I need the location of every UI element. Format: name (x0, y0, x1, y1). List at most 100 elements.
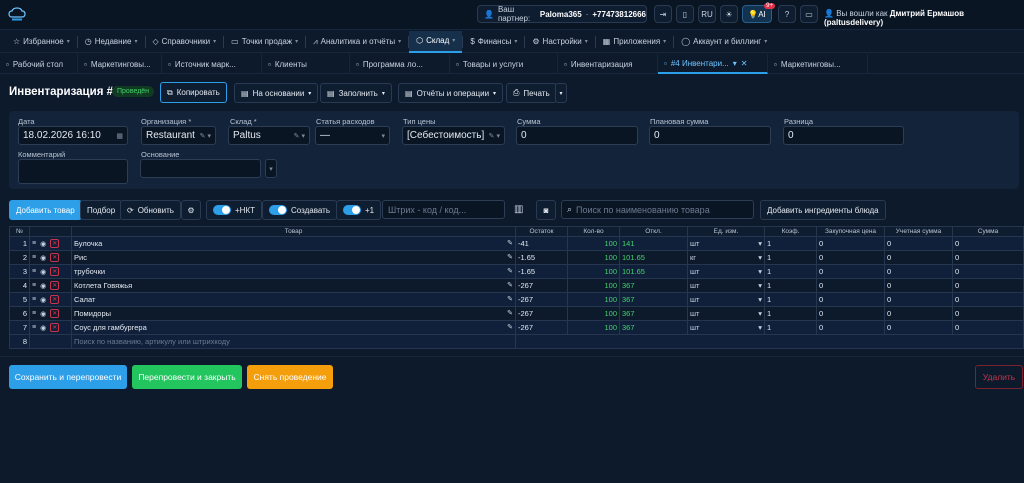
nav-item-6[interactable]: $ Финансы ▾ (463, 31, 524, 53)
product-cell[interactable]: Котлета Говяжья ✎ (71, 278, 516, 293)
settings-button[interactable]: ⚙ (181, 200, 201, 220)
product-cell[interactable]: трубочки ✎ (71, 264, 516, 279)
current-user[interactable]: 👤 Вы вошли как Дмитрий Ермашов (paltusde… (824, 9, 1024, 27)
delete-row-icon[interactable]: ✕ (50, 239, 60, 248)
print-button[interactable]: ⎙ Печать (506, 83, 557, 103)
repost-close-button[interactable]: Перепровести и закрыть (132, 365, 242, 389)
col-header[interactable]: Остаток (515, 226, 568, 237)
edit-icon[interactable]: ✎ (507, 281, 513, 290)
info-icon[interactable]: ◉ (40, 310, 46, 318)
new-row-search-input[interactable]: Поиск по названию, артикулу или штрихкод… (71, 334, 516, 349)
tab-3[interactable]: ▫ Клиенты (262, 54, 350, 74)
unit-select[interactable]: кг ▾ (687, 250, 765, 265)
tab-6[interactable]: ▫ Инвентаризация (558, 54, 658, 74)
price-type-select[interactable]: [Себестоимость] ✎ ▾ (402, 126, 505, 145)
qty-cell[interactable]: 100 (567, 292, 620, 307)
product-cell[interactable]: Салат ✎ (71, 292, 516, 307)
qty-cell[interactable]: 100 (567, 264, 620, 279)
coef-cell[interactable]: 1 (764, 250, 817, 265)
unit-select[interactable]: шт ▾ (687, 320, 765, 335)
basis-field[interactable] (140, 159, 261, 178)
camera-button[interactable]: ◙ (536, 200, 556, 220)
menu-icon[interactable]: ≡ (32, 268, 36, 275)
new-row[interactable]: 8 Поиск по названию, артикулу или штрихко… (9, 334, 1024, 349)
menu-icon[interactable]: ≡ (32, 324, 36, 331)
comment-field[interactable] (18, 159, 128, 184)
panel-icon[interactable]: ▯ (676, 5, 694, 23)
info-icon[interactable]: ◉ (40, 268, 46, 276)
edit-icon[interactable]: ✎ (507, 309, 513, 318)
table-row[interactable]: 3 ≡ ◉ ✕ трубочки ✎ -1.65 100 101.65 шт ▾ 1 0… (9, 264, 1024, 279)
qty-cell[interactable]: 100 (567, 278, 620, 293)
table-row[interactable]: 7 ≡ ◉ ✕ Соус для гамбургера ✎ -267 100 367 … (9, 320, 1024, 335)
help-icon[interactable]: ? (778, 5, 796, 23)
purchase-price-cell[interactable]: 0 (816, 292, 885, 307)
nav-item-1[interactable]: ◷ Недавние ▾ (78, 31, 145, 53)
ai-button[interactable]: 💡 AI 9+ (742, 3, 775, 23)
close-icon[interactable]: ✕ (741, 59, 748, 68)
col-header[interactable]: Ед. изм. (687, 226, 765, 237)
nav-item-8[interactable]: ▦ Приложения ▾ (596, 31, 673, 53)
basis-dropdown-button[interactable]: ▾ (265, 159, 277, 178)
sum-field[interactable]: 0 (516, 126, 638, 145)
purchase-price-cell[interactable]: 0 (816, 278, 885, 293)
edit-icon[interactable]: ✎ (507, 239, 513, 248)
product-cell[interactable]: Булочка ✎ (71, 236, 516, 251)
col-header[interactable]: Сумма (952, 226, 1024, 237)
tab-5[interactable]: ▫ Товары и услуги (450, 54, 558, 74)
product-cell[interactable]: Соус для гамбургера ✎ (71, 320, 516, 335)
delete-row-icon[interactable]: ✕ (50, 309, 60, 318)
coef-cell[interactable]: 1 (764, 264, 817, 279)
info-icon[interactable]: ◉ (40, 240, 46, 248)
product-cell[interactable]: Помидоры ✎ (71, 306, 516, 321)
create-toggle[interactable]: Создавать (262, 200, 338, 220)
unit-select[interactable]: шт ▾ (687, 236, 765, 251)
reports-button[interactable]: ▤ Отчёты и операции ▾ (398, 83, 504, 103)
product-cell[interactable]: Рис ✎ (71, 250, 516, 265)
nav-item-2[interactable]: ◇ Справочники ▾ (146, 31, 224, 53)
book-icon[interactable]: ▭ (800, 5, 818, 23)
coef-cell[interactable]: 1 (764, 320, 817, 335)
purchase-price-cell[interactable]: 0 (816, 264, 885, 279)
unit-select[interactable]: шт ▾ (687, 292, 765, 307)
delete-row-icon[interactable]: ✕ (50, 267, 60, 276)
sun-icon[interactable]: ☀ (720, 5, 738, 23)
nav-item-3[interactable]: ▭ Точки продаж ▾ (224, 31, 305, 53)
table-row[interactable]: 2 ≡ ◉ ✕ Рис ✎ -1.65 100 101.65 кг ▾ 1 0 0 0 (9, 250, 1024, 265)
nav-item-9[interactable]: ◯ Аккаунт и биллинг ▾ (674, 31, 774, 53)
edit-icon[interactable]: ✎ (507, 295, 513, 304)
selection-button[interactable]: Подбор (80, 200, 123, 220)
purchase-price-cell[interactable]: 0 (816, 320, 885, 335)
org-select[interactable]: Restaurant ✎ ▾ (141, 126, 216, 145)
info-icon[interactable]: ◉ (40, 282, 46, 290)
delete-row-icon[interactable]: ✕ (50, 281, 60, 290)
info-icon[interactable]: ◉ (40, 296, 46, 304)
col-header[interactable]: Откл. (619, 226, 688, 237)
logout-icon[interactable]: ⇥ (654, 5, 672, 23)
coef-cell[interactable]: 1 (764, 278, 817, 293)
add-product-button[interactable]: Добавить товар (9, 200, 82, 220)
menu-icon[interactable]: ≡ (32, 296, 36, 303)
col-header[interactable]: Кол-во (567, 226, 620, 237)
barcode-icon[interactable]: ▥ (514, 204, 523, 215)
delete-row-icon[interactable]: ✕ (50, 253, 60, 262)
table-row[interactable]: 1 ≡ ◉ ✕ Булочка ✎ -41 100 141 шт ▾ 1 0 0 0 (9, 236, 1024, 251)
chevron-down-icon[interactable]: ▾ (733, 59, 737, 68)
fill-button[interactable]: ▤ Заполнить ▾ (320, 83, 392, 103)
refresh-button[interactable]: ⟳ Обновить (120, 200, 181, 220)
menu-icon[interactable]: ≡ (32, 282, 36, 289)
tab-1[interactable]: ▫ Маркетинговы... (78, 54, 162, 74)
info-icon[interactable]: ◉ (40, 254, 46, 262)
unpost-button[interactable]: Снять проведение (247, 365, 333, 389)
menu-icon[interactable]: ≡ (32, 254, 36, 261)
expense-select[interactable]: — ▾ (315, 126, 390, 145)
qty-cell[interactable]: 100 (567, 320, 620, 335)
info-icon[interactable]: ◉ (40, 324, 46, 332)
diff-field[interactable]: 0 (783, 126, 904, 145)
coef-cell[interactable]: 1 (764, 292, 817, 307)
purchase-price-cell[interactable]: 0 (816, 250, 885, 265)
nav-item-4[interactable]: ⩘ Аналитика и отчёты ▾ (306, 31, 408, 53)
nav-item-0[interactable]: ☆ Избранное ▾ (6, 31, 77, 53)
based-on-button[interactable]: ▤ На основании ▾ (234, 83, 319, 103)
barcode-input[interactable]: Штрих - код / код... (382, 200, 505, 219)
